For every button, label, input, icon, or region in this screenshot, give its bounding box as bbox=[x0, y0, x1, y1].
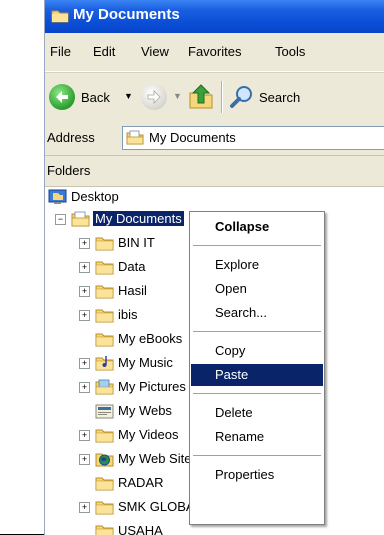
globe-folder-icon bbox=[95, 453, 114, 467]
menu-edit[interactable]: Edit bbox=[93, 44, 115, 59]
tree-label: My Web Sites bbox=[118, 451, 198, 466]
back-button-label[interactable]: Back bbox=[81, 90, 110, 105]
menu-item-explore[interactable]: Explore bbox=[191, 254, 323, 276]
tree-label: BIN IT bbox=[118, 235, 155, 250]
menu-separator bbox=[193, 331, 321, 332]
expand-toggle-icon[interactable]: + bbox=[79, 238, 90, 249]
folder-icon bbox=[51, 10, 69, 23]
forward-arrow-icon[interactable] bbox=[141, 84, 167, 110]
menu-separator bbox=[193, 455, 321, 456]
menu-tools[interactable]: Tools bbox=[275, 44, 305, 59]
back-arrow-icon[interactable] bbox=[49, 84, 75, 110]
expand-toggle-icon[interactable]: + bbox=[79, 454, 90, 465]
tree-label-selected: My Documents bbox=[93, 211, 184, 226]
tree-label: My eBooks bbox=[118, 331, 183, 346]
folder-icon bbox=[95, 333, 114, 347]
folder-icon bbox=[95, 525, 114, 535]
folder-icon bbox=[95, 429, 114, 443]
menu-separator bbox=[193, 393, 321, 394]
tree-node-desktop[interactable]: Desktop bbox=[45, 187, 245, 209]
menu-item-delete[interactable]: Delete bbox=[191, 402, 323, 424]
menu-item-label: Delete bbox=[215, 405, 253, 420]
address-field[interactable]: My Documents bbox=[122, 126, 384, 150]
menu-separator bbox=[193, 245, 321, 246]
expand-toggle-icon[interactable]: + bbox=[79, 286, 90, 297]
folder-icon bbox=[71, 211, 90, 227]
tree-label: RADAR bbox=[118, 475, 164, 490]
music-folder-icon bbox=[95, 356, 114, 371]
up-folder-icon[interactable] bbox=[187, 83, 215, 111]
forward-dropdown-icon[interactable]: ▼ bbox=[173, 91, 182, 101]
menu-item-copy[interactable]: Copy bbox=[191, 340, 323, 362]
search-icon[interactable] bbox=[229, 84, 255, 110]
menu-item-open[interactable]: Open bbox=[191, 278, 323, 300]
menu-view[interactable]: View bbox=[141, 44, 169, 59]
expand-toggle-icon[interactable]: + bbox=[79, 262, 90, 273]
desktop-icon bbox=[48, 189, 67, 204]
menu-file[interactable]: File bbox=[50, 44, 71, 59]
folder-icon bbox=[95, 501, 114, 515]
tree-label: My Videos bbox=[118, 427, 179, 442]
context-menu: Collapse Explore Open Search... Copy Pas… bbox=[189, 211, 325, 525]
folder-icon bbox=[95, 261, 114, 275]
expand-toggle-icon[interactable]: + bbox=[79, 310, 90, 321]
expand-toggle-icon[interactable]: + bbox=[79, 358, 90, 369]
window-title: My Documents bbox=[73, 6, 180, 23]
tree-label: Desktop bbox=[71, 189, 119, 204]
tree-label: ibis bbox=[118, 307, 138, 322]
folders-pane-title: Folders bbox=[47, 163, 91, 178]
back-dropdown-icon[interactable]: ▼ bbox=[124, 91, 133, 101]
menu-item-label: Properties bbox=[215, 467, 275, 482]
pictures-folder-icon bbox=[95, 379, 114, 395]
folder-icon bbox=[95, 477, 114, 491]
web-folder-icon bbox=[95, 404, 114, 419]
menu-item-label: Copy bbox=[215, 343, 246, 358]
title-bar[interactable]: My Documents bbox=[45, 0, 384, 33]
folder-icon bbox=[95, 285, 114, 299]
tree-label: My Music bbox=[118, 355, 173, 370]
menu-item-rename[interactable]: Rename bbox=[191, 426, 323, 448]
menu-item-label: Rename bbox=[215, 429, 265, 444]
address-value: My Documents bbox=[149, 130, 236, 145]
expand-toggle-icon[interactable]: + bbox=[79, 382, 90, 393]
menu-item-label: Search... bbox=[215, 305, 268, 320]
tree-label: My Pictures bbox=[118, 379, 186, 394]
collapse-toggle-icon[interactable]: − bbox=[55, 214, 66, 225]
tree-label: USAHA bbox=[118, 523, 163, 535]
folder-icon bbox=[95, 237, 114, 251]
menu-item-label: Paste bbox=[215, 367, 249, 382]
standard-toolbar: Back ▼ ▼ Search bbox=[45, 72, 384, 122]
address-bar: Address My Documents bbox=[45, 121, 384, 156]
menu-item-label: Explore bbox=[215, 257, 260, 272]
folder-icon bbox=[95, 309, 114, 323]
folders-pane-header: Folders bbox=[45, 156, 384, 187]
tree-label: My Webs bbox=[118, 403, 172, 418]
tree-label: Hasil bbox=[118, 283, 147, 298]
expand-toggle-icon[interactable]: + bbox=[79, 430, 90, 441]
menu-item-paste[interactable]: Paste bbox=[191, 364, 323, 386]
expand-toggle-icon[interactable]: + bbox=[79, 502, 90, 513]
tree-label: Data bbox=[118, 259, 146, 274]
folder-icon bbox=[126, 130, 144, 145]
address-label: Address bbox=[47, 130, 95, 145]
menu-item-search[interactable]: Search... bbox=[191, 302, 323, 324]
menu-bar: File Edit View Favorites Tools bbox=[45, 33, 384, 72]
search-button-label[interactable]: Search bbox=[259, 90, 300, 105]
menu-item-properties[interactable]: Properties bbox=[191, 464, 323, 486]
menu-item-collapse[interactable]: Collapse bbox=[191, 216, 323, 238]
menu-favorites[interactable]: Favorites bbox=[188, 44, 241, 59]
toolbar-separator bbox=[221, 81, 223, 113]
menu-item-label: Open bbox=[215, 281, 247, 296]
menu-item-label: Collapse bbox=[215, 219, 270, 234]
